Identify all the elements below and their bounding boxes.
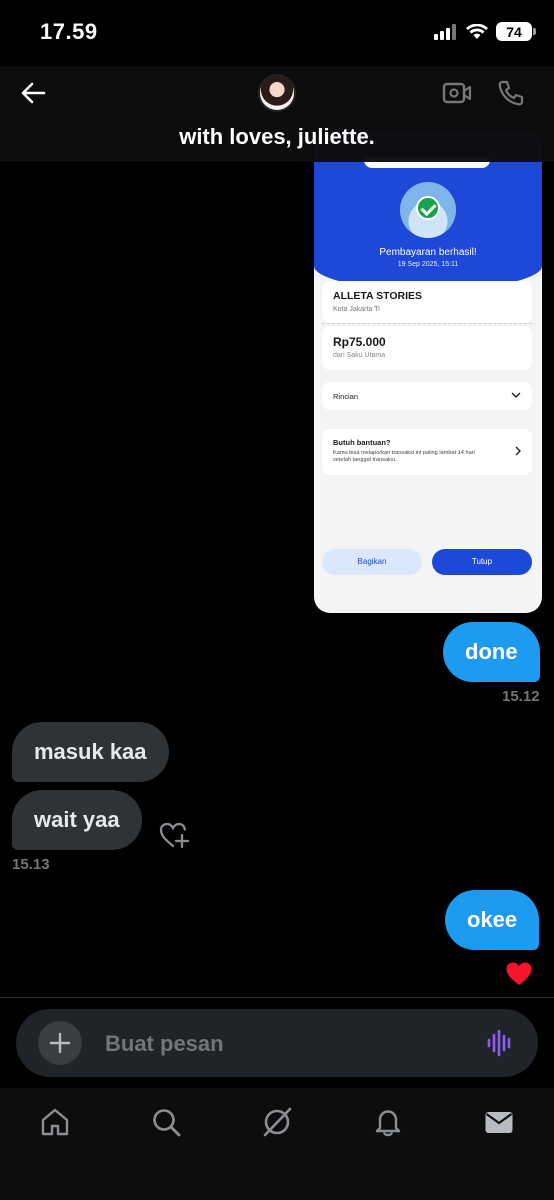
messages-icon[interactable]	[483, 1106, 515, 1138]
voice-message-icon[interactable]	[486, 1029, 514, 1057]
amount-source: dari Saku Utama	[333, 352, 386, 359]
signal-icon	[434, 23, 456, 40]
message-timestamp: 15.12	[502, 688, 540, 705]
chevron-down-icon	[511, 392, 521, 398]
grok-icon[interactable]	[261, 1106, 293, 1138]
phone-call-icon[interactable]	[496, 78, 526, 108]
battery-indicator: 74	[496, 22, 536, 41]
back-arrow-icon[interactable]	[18, 78, 48, 108]
chat-title[interactable]: with loves, juliette.	[0, 124, 554, 150]
help-card: Butuh bantuan? Kamu bisa melaporkan tran…	[322, 429, 532, 475]
message-bubble-out[interactable]: done	[443, 622, 540, 682]
check-circle-icon	[416, 196, 440, 220]
receipt-datetime: 19 Sep 2025, 15:11	[397, 261, 459, 268]
search-icon[interactable]	[150, 1106, 182, 1138]
close-button: Tutup	[432, 549, 532, 575]
status-icons: 74	[434, 22, 536, 41]
receipt-divider	[322, 323, 532, 324]
help-text: Kamu bisa melaporkan transaksi ini palin…	[333, 450, 475, 463]
wifi-icon	[466, 23, 488, 39]
chat-header: with loves, juliette.	[0, 66, 554, 162]
bottom-nav	[0, 1088, 554, 1200]
receipt-status: Pembayaran berhasil!	[379, 247, 477, 258]
heart-reaction-icon[interactable]	[505, 961, 533, 987]
add-reaction-icon[interactable]	[158, 820, 190, 850]
amount-value: Rp75.000	[333, 335, 386, 349]
message-composer[interactable]: Buat pesan	[16, 1009, 538, 1077]
home-icon[interactable]	[39, 1106, 71, 1138]
chevron-right-icon	[515, 446, 521, 456]
video-call-icon[interactable]	[442, 80, 472, 106]
message-input[interactable]: Buat pesan	[105, 1031, 224, 1057]
details-row: Rincian	[322, 382, 532, 410]
message-timestamp: 15.13	[12, 856, 50, 873]
amount-card: Rp75.000 dari Saku Utama	[322, 326, 532, 370]
avatar[interactable]	[258, 74, 296, 112]
shared-image-receipt[interactable]: Pembayaran berhasil! 19 Sep 2025, 15:11 …	[314, 130, 542, 613]
status-time: 17.59	[40, 19, 98, 44]
merchant-name: ALLETA STORIES	[333, 290, 423, 302]
help-title: Butuh bantuan?	[333, 438, 391, 447]
divider	[0, 997, 554, 998]
message-bubble-in[interactable]: masuk kaa	[12, 722, 169, 782]
status-bar: 17.59 74	[0, 0, 554, 66]
plus-icon	[49, 1032, 71, 1054]
share-button: Bagikan	[322, 549, 422, 575]
message-bubble-in[interactable]: wait yaa	[12, 790, 142, 850]
add-attachment-button[interactable]	[38, 1021, 82, 1065]
details-label: Rincian	[333, 392, 359, 401]
message-bubble-out[interactable]: okee	[445, 890, 540, 950]
notifications-icon[interactable]	[372, 1106, 404, 1138]
merchant-card: ALLETA STORIES Kota Jakarta Ti	[322, 281, 532, 323]
merchant-city: Kota Jakarta Ti	[333, 306, 380, 313]
